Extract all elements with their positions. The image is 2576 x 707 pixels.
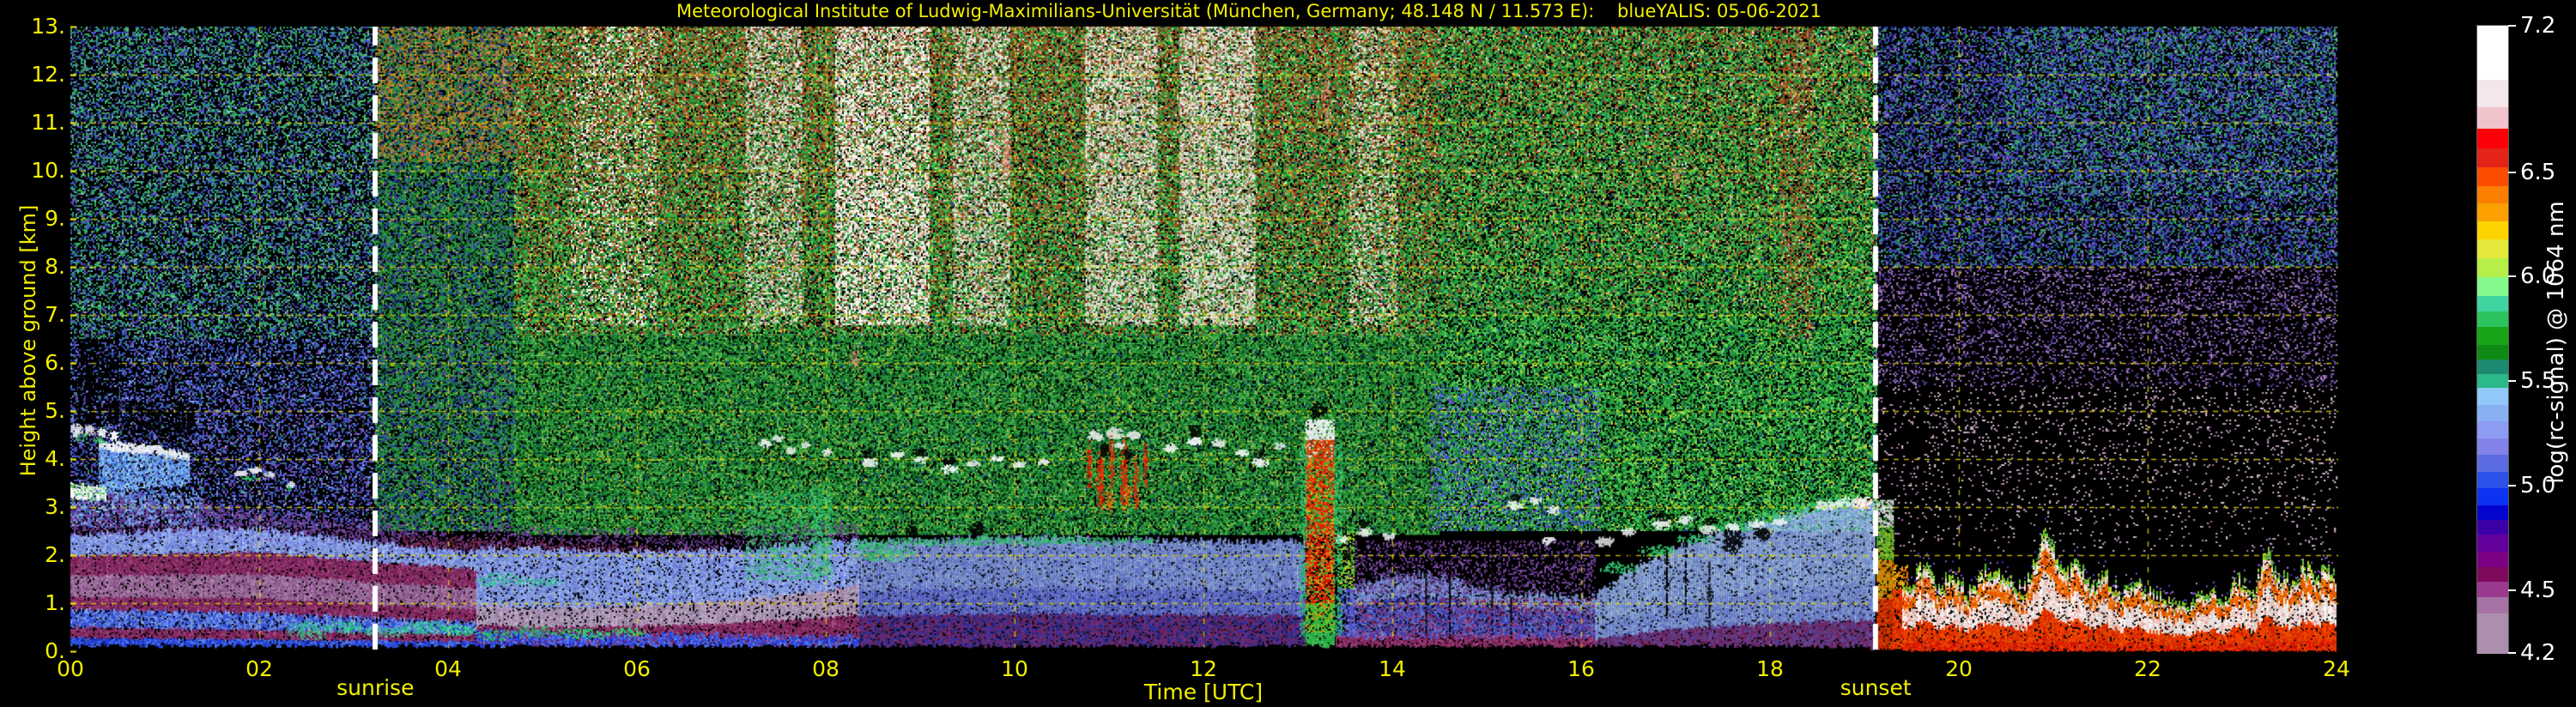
colorbar-segment	[2477, 257, 2508, 278]
x-tick-label: 00	[57, 656, 84, 681]
colorbar-segment	[2477, 471, 2508, 489]
colorbar-segment	[2477, 505, 2508, 521]
colorbar-segment	[2477, 345, 2508, 360]
y-tick-label: 2.	[45, 542, 65, 567]
x-tick-label: 10	[1001, 656, 1028, 681]
y-tick-label: 3.	[45, 494, 65, 519]
y-tick-label: 4.	[45, 446, 65, 471]
colorbar-segment	[2477, 551, 2508, 568]
colorbar-segment	[2477, 295, 2508, 312]
colorbar	[2476, 25, 2509, 654]
x-axis-label: Time [UTC]	[1143, 680, 1264, 704]
colorbar-axis-label: log(rc-signal) @ 1064 nm	[2543, 201, 2569, 484]
x-tick-label: 06	[623, 656, 651, 681]
sunrise-label: sunrise	[336, 675, 415, 700]
colorbar-segment	[2477, 203, 2508, 222]
colorbar-segment	[2477, 421, 2508, 439]
y-tick-label: 7.	[45, 302, 65, 327]
colorbar-segment	[2477, 80, 2508, 108]
colorbar-tick	[2508, 25, 2516, 27]
page-title: Meteorological Institute of Ludwig-Maxim…	[676, 1, 1821, 21]
x-tick-label: 16	[1567, 656, 1595, 681]
colorbar-tick-label: 7.2	[2520, 13, 2556, 39]
x-tick-label: 08	[812, 656, 839, 681]
colorbar-tick	[2508, 485, 2516, 487]
colorbar-tick-label: 4.2	[2520, 640, 2556, 666]
colorbar-segment	[2477, 388, 2508, 406]
colorbar-segment	[2477, 374, 2508, 389]
y-tick-label: 8.	[45, 254, 65, 279]
y-axis-label: Height above ground [km]	[16, 204, 40, 477]
x-tick-label: 22	[2134, 656, 2161, 681]
x-tick-label: 12	[1190, 656, 1217, 681]
colorbar-segment	[2477, 276, 2508, 297]
x-tick-label: 18	[1756, 656, 1784, 681]
colorbar-segment	[2477, 148, 2508, 168]
colorbar-tick	[2508, 652, 2516, 654]
x-tick-label: 14	[1379, 656, 1406, 681]
colorbar-segment	[2477, 239, 2508, 259]
y-tick-label: 1.	[45, 590, 65, 615]
x-tick-label: 24	[2323, 656, 2350, 681]
colorbar-segment	[2477, 455, 2508, 473]
y-tick-label: 13.	[31, 14, 65, 39]
y-tick-label: 5.	[45, 398, 65, 423]
lidar-heatmap-plot-area	[70, 26, 2338, 653]
colorbar-tick-label: 4.5	[2520, 577, 2556, 603]
colorbar-segment	[2477, 438, 2508, 456]
y-tick-label: 11.	[31, 110, 65, 135]
colorbar-segment	[2477, 311, 2508, 329]
y-tick-label: 12.	[31, 62, 65, 87]
colorbar-segment	[2477, 520, 2508, 535]
colorbar-segment	[2477, 404, 2508, 422]
colorbar-segment	[2477, 535, 2508, 553]
colorbar-segment	[2477, 26, 2508, 82]
colorbar-tick	[2508, 275, 2516, 278]
colorbar-segment	[2477, 221, 2508, 240]
colorbar-segment	[2477, 582, 2508, 598]
colorbar-segment	[2477, 128, 2508, 149]
colorbar-segment	[2477, 327, 2508, 346]
colorbar-segment	[2477, 488, 2508, 506]
colorbar-segment	[2477, 597, 2508, 614]
colorbar-segment	[2477, 107, 2508, 130]
colorbar-tick	[2508, 589, 2516, 591]
y-tick-label: 6.	[45, 350, 65, 375]
y-tick-label: 10.	[31, 158, 65, 183]
colorbar-segment	[2477, 613, 2508, 654]
y-tick-label: 9.	[45, 206, 65, 231]
colorbar-segment	[2477, 185, 2508, 205]
colorbar-segment	[2477, 166, 2508, 187]
colorbar-segment	[2477, 360, 2508, 375]
lidar-quicklook-app: { "title": "Meteorological Institute of …	[0, 0, 2576, 707]
colorbar-tick	[2508, 171, 2516, 173]
colorbar-tick	[2508, 380, 2516, 383]
sunset-label: sunset	[1840, 675, 1912, 700]
colorbar-segment	[2477, 566, 2508, 583]
x-tick-label: 02	[245, 656, 273, 681]
